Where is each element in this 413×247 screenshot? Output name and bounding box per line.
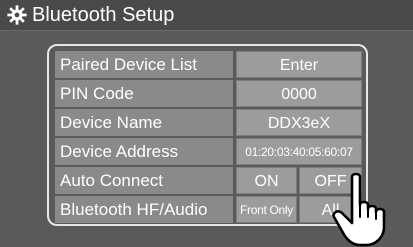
device-address-row: Device Address 01:20:03:40:05:60:07 [55, 138, 362, 165]
pin-code-row: PIN Code 0000 [55, 80, 362, 107]
pin-code-button[interactable]: 0000 [236, 80, 362, 107]
pointing-hand-icon [332, 172, 386, 247]
bluetooth-setup-screen: Bluetooth Setup Paired Device List Enter… [0, 0, 413, 247]
bluetooth-hf-audio-label: Bluetooth HF/Audio [55, 196, 233, 223]
device-name-row: Device Name DDX3eX [55, 109, 362, 136]
gear-icon [7, 5, 27, 25]
auto-connect-label: Auto Connect [55, 167, 233, 194]
device-address-value: 01:20:03:40:05:60:07 [236, 138, 362, 165]
title-bar: Bluetooth Setup [0, 0, 413, 31]
hf-audio-front-only-button[interactable]: Front Only [236, 196, 297, 223]
page-title: Bluetooth Setup [32, 4, 175, 26]
device-name-button[interactable]: DDX3eX [236, 109, 362, 136]
device-address-label: Device Address [55, 138, 233, 165]
paired-device-list-row: Paired Device List Enter [55, 51, 362, 78]
pin-code-label: PIN Code [55, 80, 233, 107]
bluetooth-hf-audio-row: Bluetooth HF/Audio Front Only All [55, 196, 362, 223]
auto-connect-on-button[interactable]: ON [236, 167, 297, 194]
paired-device-list-enter-button[interactable]: Enter [236, 51, 362, 78]
device-name-label: Device Name [55, 109, 233, 136]
paired-device-list-label: Paired Device List [55, 51, 233, 78]
auto-connect-row: Auto Connect ON OFF [55, 167, 362, 194]
